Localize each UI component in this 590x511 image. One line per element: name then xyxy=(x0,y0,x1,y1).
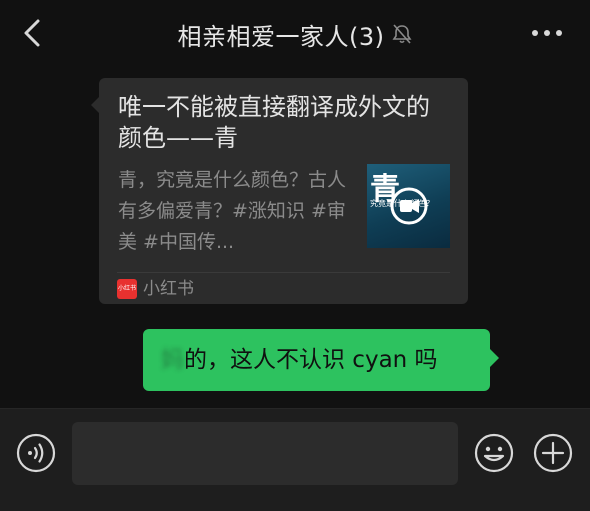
ellipsis-icon[interactable] xyxy=(530,26,564,40)
emoji-icon[interactable] xyxy=(474,433,514,473)
composer-bar xyxy=(0,408,590,511)
chat-title: 相亲相爱一家人(3) xyxy=(177,22,385,51)
message-bubble-tail xyxy=(490,349,499,367)
card-description: 青，究竟是什么颜色？古人有多偏爱青？#涨知识 #审美 #中国传... xyxy=(118,169,347,253)
video-thumbnail[interactable]: 青 究竟是什么颜色？ xyxy=(367,164,450,248)
card-title: 唯一不能被直接翻译成外文的颜色——青 xyxy=(118,93,430,152)
chat-title-wrap: 相亲相爱一家人(3) xyxy=(0,14,590,54)
source-name: 小红书 xyxy=(143,279,194,299)
shared-link-card[interactable]: 唯一不能被直接翻译成外文的颜色——青 青，究竟是什么颜色？古人有多偏爱青？#涨知… xyxy=(99,78,468,304)
blurred-text: 妈 xyxy=(161,347,184,373)
message-input[interactable] xyxy=(72,422,458,485)
message-body: 的，这人不认识 cyan 吗 xyxy=(184,347,438,373)
chat-header: 相亲相爱一家人(3) xyxy=(0,0,590,66)
source-logo: 小红书 xyxy=(117,279,137,299)
outgoing-message-bubble[interactable]: 妈的，这人不认识 cyan 吗 xyxy=(143,329,490,391)
video-play-icon xyxy=(390,187,428,225)
plus-circle-icon[interactable] xyxy=(533,433,573,473)
bell-slash-icon xyxy=(392,24,411,44)
card-divider xyxy=(117,272,450,273)
message-text: 妈的，这人不认识 cyan 吗 xyxy=(161,345,438,375)
voice-input-icon[interactable] xyxy=(16,433,56,473)
